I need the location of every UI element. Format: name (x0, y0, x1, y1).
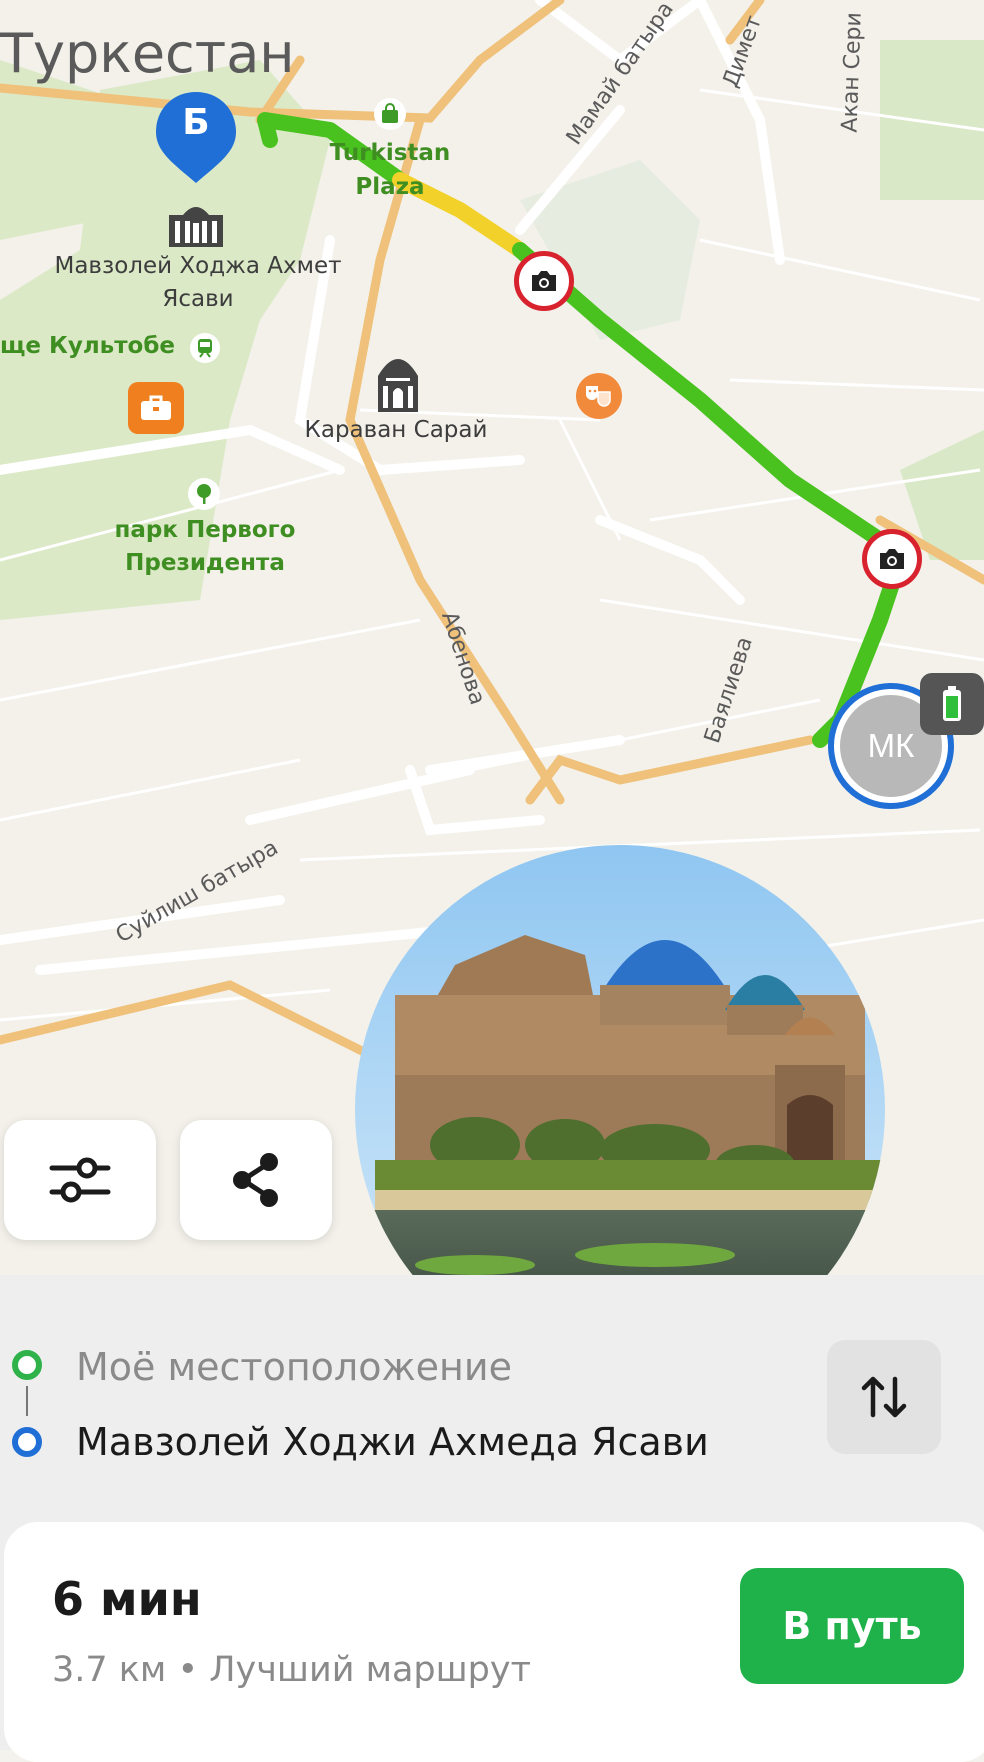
mausoleum-icon[interactable] (164, 200, 228, 250)
caravan-sarai-icon[interactable] (370, 342, 426, 414)
speed-camera-icon[interactable] (514, 251, 574, 311)
origin-dot-icon (12, 1350, 42, 1380)
briefcase-icon[interactable] (128, 382, 184, 434)
poi-caravan-label[interactable]: Караван Сарай (296, 414, 496, 447)
battery-charging-icon (920, 673, 984, 735)
map-view[interactable]: Туркестан Б Мавзолей Ходжа Ахмет Ясави T… (0, 0, 984, 1375)
route-from-field[interactable]: Моё местоположение (76, 1345, 512, 1389)
poi-kultobe-label[interactable]: ще Культобе (0, 330, 175, 363)
destination-pin-letter: Б (182, 102, 210, 143)
shopping-bag-icon[interactable] (374, 98, 406, 130)
share-icon (233, 1153, 278, 1207)
eta-time: 6 мин (52, 1572, 202, 1626)
destination-pin[interactable]: Б (154, 90, 238, 185)
tree-icon (188, 478, 220, 510)
street-akan-label: Акан Сери (837, 11, 867, 133)
destination-dot-icon (12, 1427, 42, 1457)
swap-route-button[interactable] (827, 1340, 941, 1454)
share-route-button[interactable] (180, 1120, 332, 1240)
sliders-icon (49, 1157, 111, 1203)
poi-plaza-label[interactable]: Turkistan Plaza (320, 136, 460, 204)
swap-vertical-icon (861, 1376, 907, 1418)
route-to-field[interactable]: Мавзолей Ходжи Ахмеда Ясави (76, 1420, 709, 1464)
route-settings-button[interactable] (4, 1120, 156, 1240)
route-details: 3.7 км • Лучший маршрут (52, 1650, 531, 1690)
poi-mausoleum-label[interactable]: Мавзолей Ходжа Ахмет Ясави (38, 250, 358, 316)
poi-park-label[interactable]: парк Первого Президента (100, 514, 310, 580)
train-icon (190, 333, 220, 363)
theater-masks-icon[interactable] (576, 373, 622, 419)
start-navigation-button[interactable]: В путь (740, 1568, 964, 1684)
route-connector-line (26, 1386, 28, 1416)
city-label: Туркестан (0, 22, 295, 85)
speed-camera-icon[interactable] (862, 529, 922, 589)
